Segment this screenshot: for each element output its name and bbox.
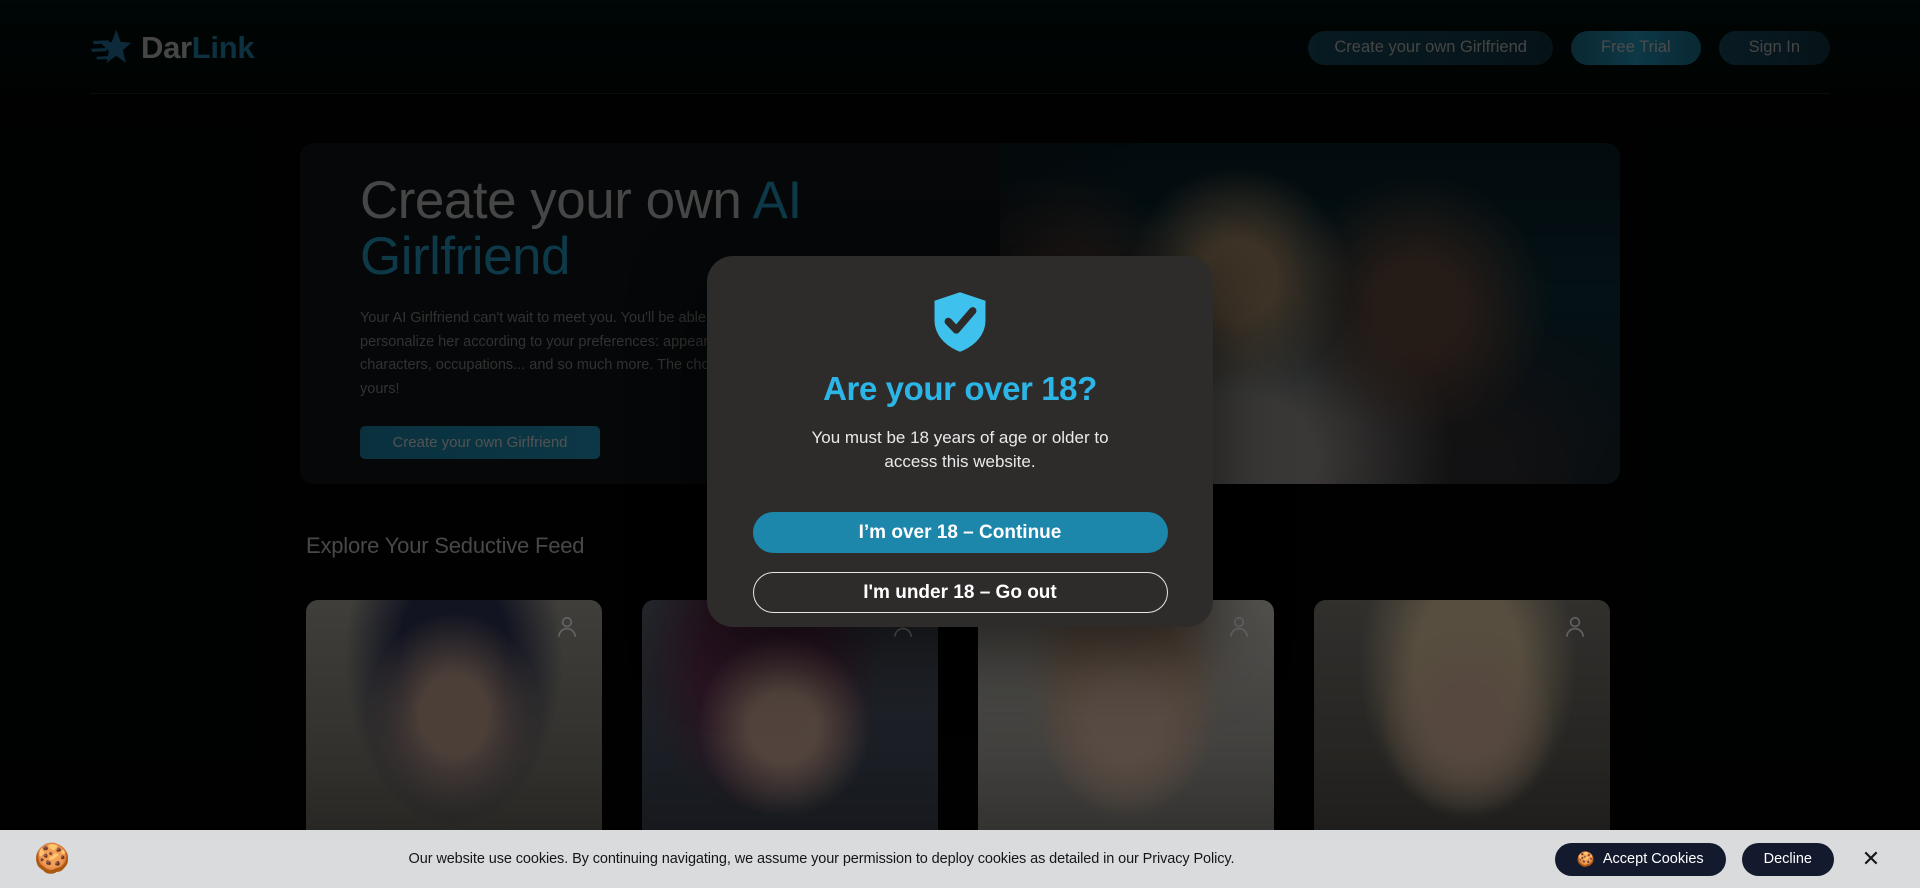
modal-subtitle: You must be 18 years of age or older to … — [811, 428, 1109, 472]
cookie-banner: 🍪 Our website use cookies. By continuing… — [0, 830, 1920, 888]
cookie-banner-actions: 🍪 Accept Cookies Decline ✕ — [1554, 842, 1886, 876]
page-root: DarLink Create your own Girlfriend Free … — [0, 0, 1920, 888]
close-icon[interactable]: ✕ — [1856, 844, 1886, 874]
decline-under-18-button[interactable]: I'm under 18 – Go out — [752, 572, 1168, 614]
decline-cookies-button[interactable]: Decline — [1741, 842, 1834, 876]
shield-check-icon — [934, 292, 986, 352]
cookie-icon: 🍪 — [34, 842, 71, 875]
accept-cookies-button[interactable]: 🍪 Accept Cookies — [1554, 842, 1726, 876]
age-verification-modal: Are your over 18? You must be 18 years o… — [707, 256, 1213, 627]
cookie-icon: 🍪 — [1576, 851, 1595, 868]
modal-title: Are your over 18? — [823, 370, 1097, 407]
cookie-banner-text: Our website use cookies. By continuing n… — [408, 851, 1235, 867]
accept-cookies-label: Accept Cookies — [1602, 851, 1704, 867]
confirm-over-18-button[interactable]: I’m over 18 – Continue — [752, 512, 1168, 554]
